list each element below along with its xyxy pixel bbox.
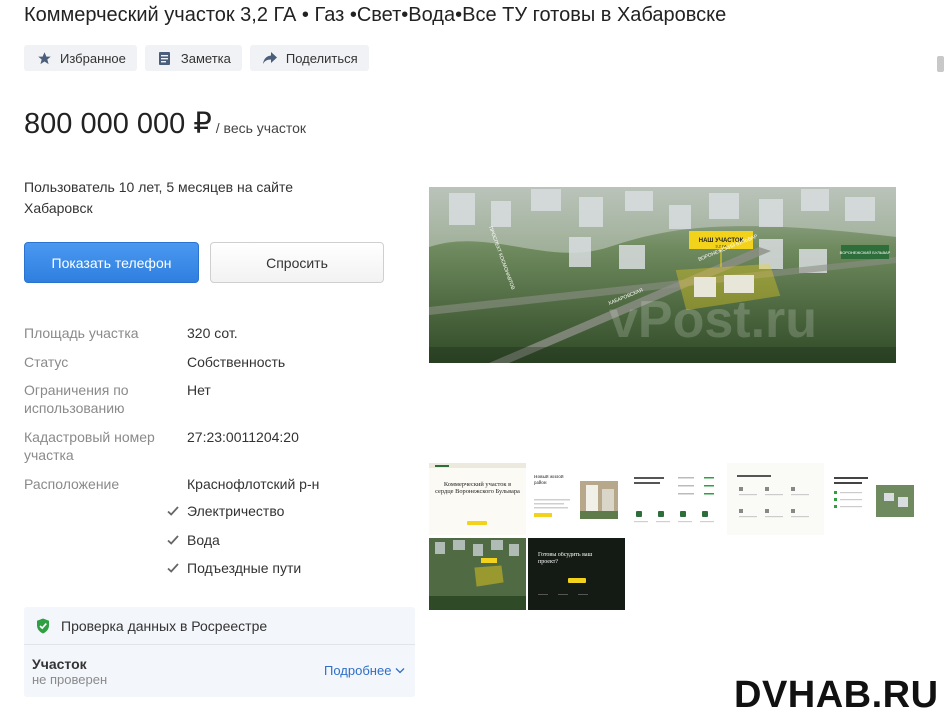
feature-item: Вода — [166, 532, 220, 548]
feature-label: Вода — [187, 532, 220, 548]
rosreestr-title: Проверка данных в Росреестре — [61, 617, 268, 634]
action-bar: Избранное Заметка Поделиться — [24, 45, 369, 71]
prop-value-status: Собственность — [187, 354, 286, 370]
seller-city: Хабаровск — [24, 200, 93, 216]
thumbnail-text: Готовы обсудить ваш проект? — [538, 552, 593, 565]
feature-label: Электричество — [187, 503, 285, 519]
ask-button[interactable]: Спросить — [210, 242, 384, 283]
photo-thumbnail[interactable]: Новый жилой район — [528, 463, 625, 535]
favorite-button[interactable]: Избранное — [24, 45, 137, 71]
seller-info: Пользователь 10 лет, 5 месяцев на сайте … — [24, 177, 324, 219]
prop-label-restrictions: Ограничения по использованию — [24, 382, 129, 416]
rosreestr-header: Проверка данных в Росреестре — [24, 607, 415, 645]
chevron-down-icon — [395, 667, 405, 674]
scrollbar-thumb[interactable] — [937, 56, 944, 72]
check-icon — [166, 561, 180, 575]
check-icon — [166, 504, 180, 518]
photo-thumbnail[interactable] — [429, 538, 526, 610]
photo-thumbnail[interactable]: Готовы обсудить ваш проект? — [528, 538, 625, 610]
rosreestr-object: Участок — [32, 656, 87, 672]
site-watermark: DVHAB.RU — [734, 674, 939, 716]
price-amount: 800 000 000 ₽ — [24, 108, 212, 140]
share-icon — [262, 50, 278, 66]
photo-sign-text: ВОРОНЕЖСКИЙ БУЛЬВАР — [840, 250, 891, 255]
price-unit: / весь участок — [215, 120, 307, 136]
photo-thumbnail[interactable] — [628, 463, 725, 535]
prop-value-cadastral: 27:23:0011204:20 — [187, 429, 299, 445]
feature-item: Подъездные пути — [166, 560, 301, 576]
prop-value-restrictions: Нет — [187, 382, 211, 398]
photo-thumbnail[interactable] — [826, 463, 923, 535]
favorite-label: Избранное — [60, 50, 126, 66]
thumbnail-text: Новый жилой район — [534, 475, 564, 486]
note-button[interactable]: Заметка — [144, 45, 242, 71]
note-icon — [157, 50, 173, 66]
prop-value-area: 320 сот. — [187, 325, 238, 341]
share-label: Поделиться — [285, 50, 358, 66]
thumbnail-text: Коммерческий участок в сердце Воронежско… — [435, 481, 520, 495]
show-phone-button[interactable]: Показать телефон — [24, 242, 199, 283]
prop-label-area: Площадь участка — [24, 325, 139, 341]
rosreestr-item: Участок не проверен Подробнее — [24, 645, 415, 697]
listing-title: Коммерческий участок 3,2 ГА • Газ •Свет•… — [24, 4, 727, 26]
main-photo[interactable]: НАШ УЧАСТОК 3,2 ГА ВОРОНЕЖСКИЙ БУЛЬВАР П… — [429, 187, 896, 363]
rosreestr-more-link[interactable]: Подробнее — [324, 663, 405, 678]
photo-thumbnail[interactable]: Коммерческий участок в сердце Воронежско… — [429, 463, 526, 535]
price: 800 000 000 ₽ / весь участок — [24, 106, 306, 141]
photo-thumbnail[interactable] — [727, 463, 824, 535]
shield-check-icon — [36, 618, 50, 634]
photo-watermark: vPost.ru — [609, 291, 817, 349]
prop-label-location: Расположение — [24, 476, 120, 492]
prop-value-location: Краснофлотский р-н — [187, 476, 320, 492]
feature-item: Электричество — [166, 503, 284, 519]
feature-label: Подъездные пути — [187, 560, 302, 576]
more-label: Подробнее — [324, 663, 392, 678]
prop-label-cadastral: Кадастровый номер участка — [24, 429, 155, 463]
star-icon — [36, 50, 52, 66]
check-icon — [166, 533, 180, 547]
share-button[interactable]: Поделиться — [249, 45, 369, 71]
prop-label-status: Статус — [24, 354, 69, 370]
rosreestr-check-panel: Проверка данных в Росреестре Участок не … — [24, 607, 415, 697]
rosreestr-status: не проверен — [32, 672, 108, 687]
seller-tenure: Пользователь 10 лет, 5 месяцев на сайте — [24, 179, 294, 195]
note-label: Заметка — [180, 50, 231, 66]
